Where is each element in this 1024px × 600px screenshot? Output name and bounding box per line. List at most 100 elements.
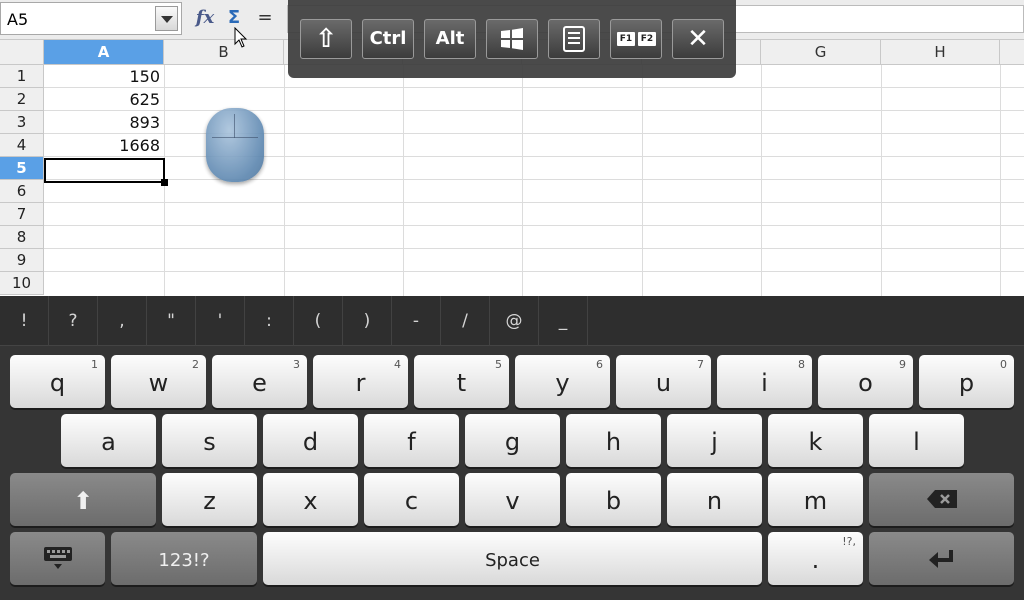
key-label: y (555, 369, 570, 397)
key-p[interactable]: p0 (919, 355, 1014, 408)
numbers-symbols-key[interactable]: 123!? (111, 532, 257, 585)
symbol-key[interactable]: ' (196, 296, 245, 346)
key-c[interactable]: c (364, 473, 459, 526)
key-v[interactable]: v (465, 473, 560, 526)
key-hint: 0 (1000, 358, 1007, 371)
grid-line (284, 65, 285, 296)
row-header-8[interactable]: 8 (0, 226, 44, 249)
key-j[interactable]: j (667, 414, 762, 467)
spreadsheet-grid[interactable]: A B C D E F G H 1 2 3 4 5 6 7 8 9 10 (0, 40, 1024, 296)
key-g[interactable]: g (465, 414, 560, 467)
column-header-a[interactable]: A (44, 40, 164, 65)
symbol-key[interactable]: / (441, 296, 490, 346)
grid-line (881, 65, 882, 296)
key-a[interactable]: a (61, 414, 156, 467)
f2-label: F2 (638, 32, 656, 46)
name-box-dropdown-button[interactable] (155, 6, 178, 31)
key-m[interactable]: m (768, 473, 863, 526)
symbol-key[interactable]: _ (539, 296, 588, 346)
key-hint: !?, (842, 535, 856, 548)
grid-line (44, 225, 1024, 226)
key-label: q (49, 369, 66, 397)
active-cell-a5[interactable] (44, 158, 165, 183)
fill-handle[interactable] (161, 179, 168, 186)
key-u[interactable]: u7 (616, 355, 711, 408)
mouse-icon[interactable] (206, 108, 264, 182)
key-label: t (456, 369, 467, 397)
column-header-g[interactable]: G (761, 40, 881, 65)
space-key[interactable]: Space (263, 532, 762, 585)
row-header-7[interactable]: 7 (0, 203, 44, 226)
key-b[interactable]: b (566, 473, 661, 526)
key-h[interactable]: h (566, 414, 661, 467)
grid-line (522, 65, 523, 296)
symbol-key[interactable]: , (98, 296, 147, 346)
name-box-value: A5 (7, 10, 29, 29)
windows-key-button[interactable] (486, 19, 538, 59)
key-s[interactable]: s (162, 414, 257, 467)
symbol-key[interactable]: ) (343, 296, 392, 346)
symbol-key[interactable]: ( (294, 296, 343, 346)
key-i[interactable]: i8 (717, 355, 812, 408)
symbol-key[interactable]: @ (490, 296, 539, 346)
shift-key-button[interactable]: ⇧ (300, 19, 352, 59)
key-y[interactable]: y6 (515, 355, 610, 408)
key-x[interactable]: x (263, 473, 358, 526)
symbol-key[interactable]: ! (0, 296, 49, 346)
equals-icon[interactable]: = (253, 6, 277, 30)
key-hint: 3 (293, 358, 300, 371)
cell-a3[interactable]: 893 (46, 113, 160, 132)
key-r[interactable]: r4 (313, 355, 408, 408)
cell-a1[interactable]: 150 (46, 67, 160, 86)
grid-line (44, 179, 1024, 180)
row-header-5[interactable]: 5 (0, 157, 44, 180)
on-screen-keyboard: ! ? , " ' : ( ) - / @ _ q1 w2 e3 r4 t5 y… (0, 296, 1024, 600)
key-label: r (355, 369, 366, 397)
key-d[interactable]: d (263, 414, 358, 467)
key-o[interactable]: o9 (818, 355, 913, 408)
symbol-key[interactable]: - (392, 296, 441, 346)
row-header-9[interactable]: 9 (0, 249, 44, 272)
shift-key[interactable]: ⬆ (10, 473, 156, 526)
key-z[interactable]: z (162, 473, 257, 526)
symbol-key[interactable]: " (147, 296, 196, 346)
row-header-2[interactable]: 2 (0, 88, 44, 111)
key-e[interactable]: e3 (212, 355, 307, 408)
row-header-1[interactable]: 1 (0, 65, 44, 88)
function-keys-button[interactable]: F1 F2 (610, 19, 662, 59)
symbol-key[interactable]: : (245, 296, 294, 346)
key-l[interactable]: l (869, 414, 964, 467)
ctrl-key-button[interactable]: Ctrl (362, 19, 414, 59)
keyboard-hide-key[interactable] (10, 532, 105, 585)
enter-icon (928, 550, 953, 568)
cell-a2[interactable]: 625 (46, 90, 160, 109)
grid-line (44, 87, 1024, 88)
symbol-key[interactable]: ? (49, 296, 98, 346)
key-f[interactable]: f (364, 414, 459, 467)
key-label: i (761, 369, 768, 397)
enter-key[interactable] (869, 532, 1014, 585)
function-wizard-icon[interactable]: fx (193, 6, 217, 30)
key-q[interactable]: q1 (10, 355, 105, 408)
column-header-b[interactable]: B (164, 40, 284, 65)
select-all-corner[interactable] (0, 40, 44, 65)
period-key[interactable]: .!?, (768, 532, 863, 585)
backspace-key[interactable] (869, 473, 1014, 526)
key-t[interactable]: t5 (414, 355, 509, 408)
close-toolbar-button[interactable]: ✕ (672, 19, 724, 59)
name-box[interactable]: A5 (0, 2, 182, 35)
row-header-6[interactable]: 6 (0, 180, 44, 203)
row-header-10[interactable]: 10 (0, 272, 44, 295)
cell-a4[interactable]: 1668 (46, 136, 160, 155)
menu-key-button[interactable] (548, 19, 600, 59)
row-header-3[interactable]: 3 (0, 111, 44, 134)
column-header-h[interactable]: H (881, 40, 1000, 65)
key-k[interactable]: k (768, 414, 863, 467)
menu-list-icon (563, 26, 585, 52)
key-hint: 5 (495, 358, 502, 371)
row-header-4[interactable]: 4 (0, 134, 44, 157)
key-hint: 8 (798, 358, 805, 371)
alt-key-button[interactable]: Alt (424, 19, 476, 59)
key-n[interactable]: n (667, 473, 762, 526)
key-w[interactable]: w2 (111, 355, 206, 408)
